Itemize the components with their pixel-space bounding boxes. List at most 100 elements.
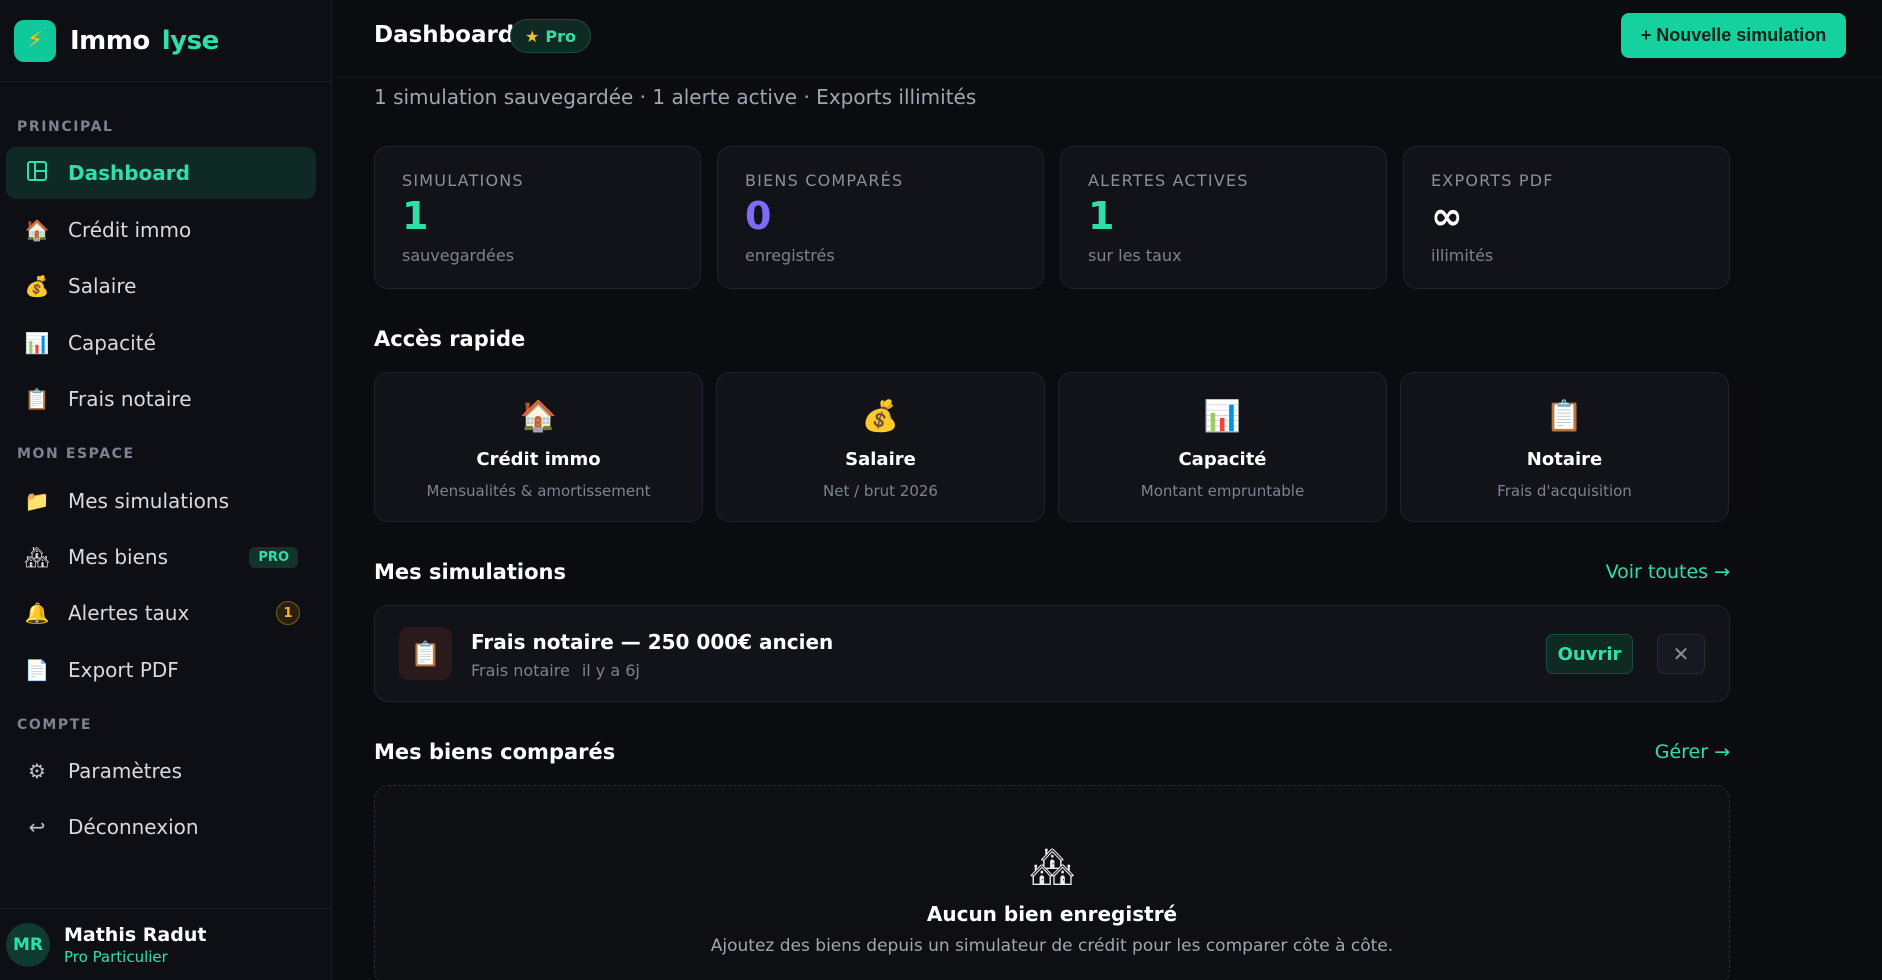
stat-label: EXPORTS PDF <box>1431 171 1554 190</box>
empty-desc: Ajoutez des biens depuis un simulateur d… <box>710 936 1394 956</box>
sidebar-item-frais-notaire[interactable]: 📋 Frais notaire <box>6 373 316 425</box>
plan-badge: ★ Pro <box>510 19 591 53</box>
simulation-type: Frais notaire <box>471 661 570 680</box>
sidebar-item-export-pdf[interactable]: 📄 Export PDF <box>6 644 316 696</box>
sidebar-item-label: Crédit immo <box>68 218 192 242</box>
sidebar-item-label: Salaire <box>68 274 137 298</box>
quick-card-title: Capacité <box>1178 449 1267 470</box>
sidebar-item-label: Dashboard <box>68 161 190 185</box>
quick-card-desc: Montant empruntable <box>1140 482 1305 500</box>
bell-icon: 🔔 <box>24 601 50 625</box>
user-profile[interactable]: MR Mathis Radut Pro Particulier <box>0 908 332 980</box>
dashboard-summary: 1 simulation sauvegardée · 1 alerte acti… <box>374 85 977 109</box>
house-icon: 🏠 <box>24 218 50 242</box>
clipboard-icon: 📋 <box>24 387 50 411</box>
stat-label: ALERTES ACTIVES <box>1088 171 1249 190</box>
sidebar-item-mes-simulations[interactable]: 📁 Mes simulations <box>6 475 316 527</box>
houses-icon: 🏘 <box>1029 847 1075 888</box>
sidebar-item-alertes-taux[interactable]: 🔔 Alertes taux 1 <box>6 587 316 639</box>
open-simulation-button[interactable]: Ouvrir <box>1546 634 1633 674</box>
sidebar-item-label: Mes simulations <box>68 489 230 513</box>
list-item[interactable]: 📋 Frais notaire — 250 000€ ancien Frais … <box>374 605 1730 702</box>
section-label-mon-espace: MON ESPACE <box>17 446 135 462</box>
sidebar-item-parametres[interactable]: ⚙ Paramètres <box>6 745 316 797</box>
sidebar-item-label: Paramètres <box>68 759 183 783</box>
stat-value: 1 <box>402 194 429 238</box>
sidebar-item-label: Export PDF <box>68 658 179 682</box>
quick-card-title: Salaire <box>845 449 916 470</box>
stat-value: 1 <box>1088 194 1115 238</box>
quick-card-title: Crédit immo <box>476 449 601 470</box>
houses-icon: 🏘 <box>24 545 50 569</box>
star-icon: ★ <box>525 26 540 46</box>
stat-card-alertes: ALERTES ACTIVES 1 sur les taux <box>1060 146 1387 289</box>
user-info: Mathis Radut Pro Particulier <box>64 924 206 966</box>
sidebar-item-salaire[interactable]: 💰 Salaire <box>6 260 316 312</box>
quick-card-credit-immo[interactable]: 🏠 Crédit immo Mensualités & amortissemen… <box>374 372 703 522</box>
quick-card-desc: Mensualités & amortissement <box>426 482 651 500</box>
close-icon: ✕ <box>1672 642 1690 666</box>
sidebar-item-capacite[interactable]: 📊 Capacité <box>6 317 316 369</box>
lightning-icon: ⚡ <box>14 19 56 62</box>
section-label-compte: COMPTE <box>17 717 93 733</box>
stat-card-biens: BIENS COMPARÉS 0 enregistrés <box>717 146 1044 289</box>
simulations-title: Mes simulations <box>374 560 566 584</box>
sidebar-item-mes-biens[interactable]: 🏘 Mes biens PRO <box>6 531 316 583</box>
stat-sub: illimités <box>1431 245 1494 265</box>
money-bag-icon: 💰 <box>861 399 900 434</box>
biens-title: Mes biens comparés <box>374 740 616 764</box>
avatar: MR <box>6 922 50 967</box>
stat-label: BIENS COMPARÉS <box>745 171 904 190</box>
sidebar-item-credit-immo[interactable]: 🏠 Crédit immo <box>6 204 316 256</box>
brand[interactable]: ⚡ Immo lyse <box>0 0 331 82</box>
quick-card-salaire[interactable]: 💰 Salaire Net / brut 2026 <box>716 372 1045 522</box>
brand-name: Immo lyse <box>70 25 219 56</box>
sidebar: ⚡ Immo lyse PRINCIPAL Dashboard 🏠 Crédit … <box>0 0 332 980</box>
stat-sub: sauvegardées <box>402 245 515 265</box>
sidebar-item-label: Capacité <box>68 331 156 355</box>
gear-icon: ⚙ <box>28 759 46 783</box>
money-bag-icon: 💰 <box>24 274 50 298</box>
house-icon: 🏠 <box>519 399 558 434</box>
sidebar-item-deconnexion[interactable]: ↩ Déconnexion <box>6 801 316 853</box>
page-title: Dashboard <box>374 22 515 48</box>
bar-chart-icon: 📊 <box>1203 399 1242 434</box>
simulation-meta: Frais notaire il y a 6j <box>471 661 640 680</box>
logout-icon: ↩ <box>28 815 46 839</box>
quick-card-desc: Frais d'acquisition <box>1497 482 1632 500</box>
sidebar-item-label: Mes biens <box>68 545 168 569</box>
quick-card-notaire[interactable]: 📋 Notaire Frais d'acquisition <box>1400 372 1729 522</box>
delete-simulation-button[interactable]: ✕ <box>1657 634 1705 674</box>
quick-card-title: Notaire <box>1526 449 1603 470</box>
plan-badge-label: Pro <box>545 26 576 46</box>
see-all-simulations-link[interactable]: Voir toutes → <box>1606 561 1730 583</box>
stat-value: ∞ <box>1431 194 1463 238</box>
user-plan: Pro Particulier <box>64 947 168 966</box>
stat-sub: enregistrés <box>745 245 835 265</box>
pro-badge: PRO <box>249 546 298 568</box>
sidebar-item-label: Frais notaire <box>68 387 192 411</box>
section-label-principal: PRINCIPAL <box>17 119 114 135</box>
stat-sub: sur les taux <box>1088 245 1182 265</box>
topbar: Dashboard ★ Pro + Nouvelle simulation <box>332 0 1882 78</box>
folder-icon: 📁 <box>24 489 50 513</box>
clipboard-icon: 📋 <box>399 627 452 680</box>
clipboard-icon: 📋 <box>1545 399 1584 434</box>
simulation-age: il y a 6j <box>581 661 640 680</box>
biens-empty-state: 🏘 Aucun bien enregistré Ajoutez des bien… <box>374 785 1730 980</box>
simulation-title: Frais notaire — 250 000€ ancien <box>471 630 834 654</box>
user-name: Mathis Radut <box>64 923 207 946</box>
quick-access-title: Accès rapide <box>374 327 526 351</box>
sidebar-item-dashboard[interactable]: Dashboard <box>6 147 316 199</box>
stat-label: SIMULATIONS <box>402 171 524 190</box>
new-simulation-button[interactable]: + Nouvelle simulation <box>1621 13 1846 58</box>
stat-card-exports: EXPORTS PDF ∞ illimités <box>1403 146 1730 289</box>
quick-card-capacite[interactable]: 📊 Capacité Montant empruntable <box>1058 372 1387 522</box>
sidebar-item-label: Déconnexion <box>68 815 199 839</box>
sidebar-item-label: Alertes taux <box>68 601 190 625</box>
manage-biens-link[interactable]: Gérer → <box>1655 741 1730 763</box>
stat-value: 0 <box>745 194 772 238</box>
quick-card-desc: Net / brut 2026 <box>823 482 938 500</box>
bar-chart-icon: 📊 <box>24 331 50 355</box>
grid-icon <box>24 160 50 186</box>
